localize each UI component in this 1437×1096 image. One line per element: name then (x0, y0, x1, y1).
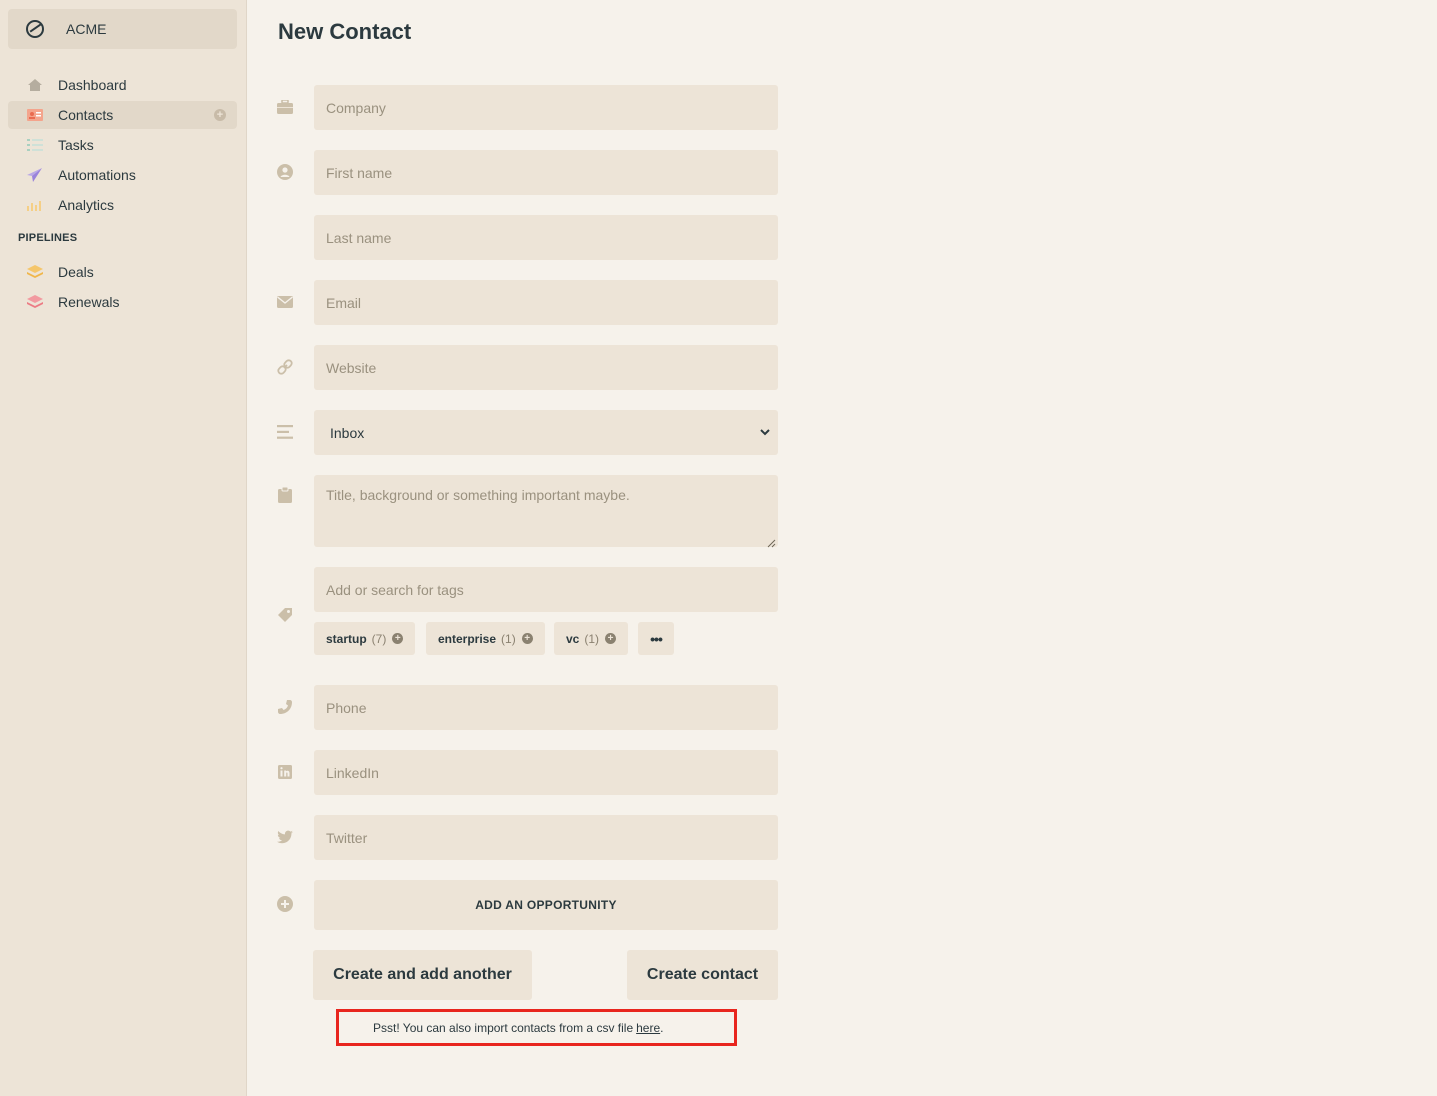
clipboard-icon (276, 486, 294, 504)
envelope-icon (276, 293, 294, 311)
tag-count: (1) (584, 631, 600, 646)
sidebar-item-contacts[interactable]: Contacts + (8, 101, 237, 129)
chevron-down-icon (758, 425, 772, 439)
sidebar-item-analytics[interactable]: Analytics (8, 191, 237, 219)
bar-chart-icon (27, 197, 43, 213)
import-csv-link[interactable]: here (636, 1021, 660, 1035)
contact-card-icon (27, 107, 43, 123)
sidebar-item-tasks[interactable]: Tasks (8, 131, 237, 159)
company-field[interactable] (314, 85, 778, 130)
layers-icon (27, 264, 43, 280)
twitter-icon (276, 828, 294, 846)
sidebar-item-label: Tasks (58, 137, 94, 153)
sidebar-item-label: Analytics (58, 197, 115, 213)
import-hint-text: Psst! You can also import contacts from … (373, 1020, 634, 1035)
stage-select[interactable]: Inbox (314, 410, 778, 455)
workspace-logo-icon (26, 20, 44, 38)
app-root: ACME Dashboard Contacts + Tasks Automati… (0, 0, 1437, 1096)
sidebar-item-renewals[interactable]: Renewals (8, 288, 237, 316)
tag-icon (276, 606, 294, 624)
import-csv-hint: Psst! You can also import contacts from … (336, 1009, 737, 1046)
workspace-switcher[interactable]: ACME (8, 9, 237, 49)
briefcase-icon (276, 98, 294, 116)
first-name-field[interactable] (314, 150, 778, 195)
pipelines-section-title: PIPELINES (18, 232, 78, 244)
list-lines-icon (276, 423, 294, 441)
tags-search-field[interactable] (314, 567, 778, 612)
sidebar-item-label: Deals (58, 264, 94, 280)
plus-circle-icon: + (521, 633, 533, 644)
layers-icon (27, 294, 43, 310)
tag-chip-startup[interactable]: startup (7) + (314, 622, 416, 655)
sidebar: ACME Dashboard Contacts + Tasks Automati… (0, 0, 247, 1096)
plus-circle-icon: + (392, 633, 404, 644)
link-icon (276, 358, 294, 376)
stage-select-value: Inbox (330, 424, 365, 441)
linkedin-field[interactable] (314, 750, 778, 795)
sidebar-item-label: Contacts (58, 107, 114, 123)
workspace-name: ACME (66, 21, 107, 37)
sidebar-item-label: Automations (58, 167, 136, 183)
tag-name: startup (326, 631, 367, 646)
website-field[interactable] (314, 345, 778, 390)
twitter-field[interactable] (314, 815, 778, 860)
sidebar-item-label: Renewals (58, 294, 120, 310)
tag-name: enterprise (438, 631, 497, 646)
create-and-add-another-button[interactable]: Create and add another (313, 950, 532, 1000)
more-tags-button[interactable]: ••• (638, 622, 674, 655)
tag-count: (7) (371, 631, 387, 646)
page-title: New Contact (278, 19, 412, 44)
resize-grip-icon[interactable] (766, 535, 776, 548)
plus-circle-icon: + (605, 633, 617, 644)
linkedin-icon (276, 763, 294, 781)
tag-chip-vc[interactable]: vc (1) + (554, 622, 629, 655)
plus-circle-icon (276, 895, 294, 913)
tag-name: vc (566, 631, 580, 646)
tag-count: (1) (501, 631, 516, 646)
notes-field[interactable] (314, 475, 778, 547)
sidebar-item-dashboard[interactable]: Dashboard (8, 71, 237, 99)
sidebar-item-deals[interactable]: Deals (8, 258, 237, 286)
sidebar-item-automations[interactable]: Automations (8, 161, 237, 189)
create-contact-button[interactable]: Create contact (627, 950, 778, 1000)
import-hint-suffix: . (660, 1020, 664, 1035)
email-field[interactable] (314, 280, 778, 325)
paper-plane-icon (27, 167, 43, 183)
add-contact-plus-icon[interactable]: + (214, 109, 226, 121)
last-name-field[interactable] (314, 215, 778, 260)
home-icon (27, 77, 43, 93)
phone-field[interactable] (314, 685, 778, 730)
checklist-icon (27, 137, 43, 153)
add-opportunity-button[interactable]: ADD AN OPPORTUNITY (314, 880, 778, 930)
phone-icon (276, 698, 294, 716)
user-circle-icon (276, 163, 294, 181)
sidebar-item-label: Dashboard (58, 77, 127, 93)
tag-chip-enterprise[interactable]: enterprise (1) + (426, 622, 545, 655)
